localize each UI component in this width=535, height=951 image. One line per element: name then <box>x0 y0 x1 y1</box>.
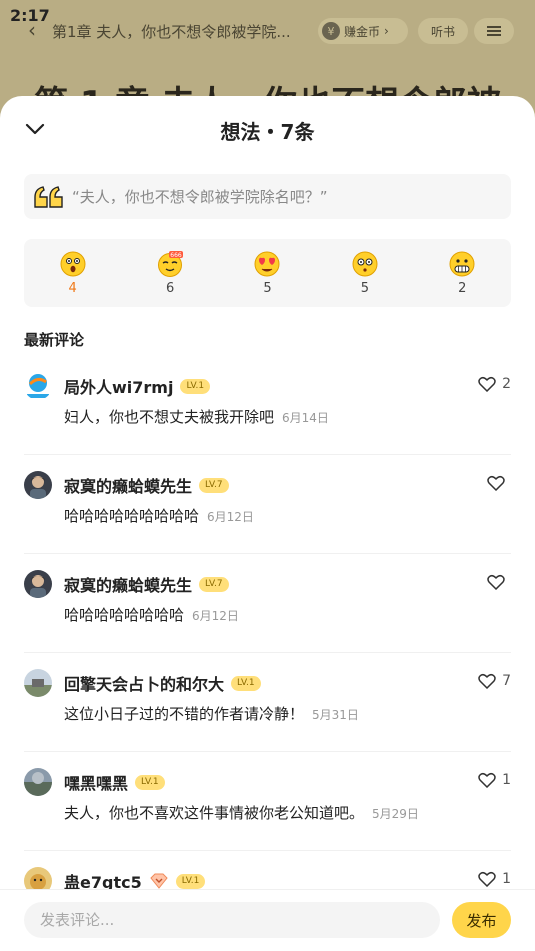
comment-date: 6月12日 <box>192 609 239 623</box>
quote-text: “夫人，你也不想令郎被学院除名吧？” <box>72 188 328 206</box>
reaction-surprised[interactable]: 4 <box>43 251 103 296</box>
comment-body: 哈哈哈哈哈哈哈哈哈 6月12日 <box>64 505 254 526</box>
comment-item: 嘿黑嘿黑 LV.1 1 夫人，你也不喜欢这件事情被你老公知道吧。 5月29日 <box>24 752 511 851</box>
comment-username[interactable]: 回擎天会占卜的和尔大 LV.1 <box>64 671 261 695</box>
comment-date: 6月12日 <box>207 510 254 524</box>
reaction-count: 5 <box>263 280 272 296</box>
comment-username[interactable]: 嘿黑嘿黑 LV.1 <box>64 770 165 794</box>
coin-icon: ¥ <box>322 22 340 40</box>
level-badge: LV.1 <box>180 378 211 394</box>
comment-username[interactable]: 寂寞的癞蛤蟆先生 LV.7 <box>64 572 229 596</box>
like-count: 1 <box>502 871 511 887</box>
svg-text:666: 666 <box>170 252 182 259</box>
comment-text: 夫人，你也不喜欢这件事情被你老公知道吧。 <box>64 804 365 822</box>
heart-icon <box>487 574 505 590</box>
reaction-panel: 4 666 6 5 5 2 <box>24 239 511 307</box>
comment-text: 妇人，你也不想丈夫被我开除吧 <box>64 408 275 426</box>
publish-button[interactable]: 发布 <box>452 902 511 938</box>
reaction-count: 5 <box>360 280 369 296</box>
comment-date: 5月29日 <box>372 807 419 821</box>
comment-text: 这位小日子过的不错的作者请冷静！ <box>64 705 305 723</box>
earn-coins-label: 赚金币 <box>344 24 381 39</box>
reader-chapter-title: 第1章 夫人，你也不想令郎被学院... <box>52 23 291 41</box>
avatar[interactable] <box>24 669 52 697</box>
vip-diamond-icon <box>150 873 168 889</box>
comment-body: 妇人，你也不想丈夫被我开除吧 6月14日 <box>64 406 329 427</box>
level-badge: LV.1 <box>231 675 261 691</box>
comment-text: 哈哈哈哈哈哈哈哈 <box>64 606 185 624</box>
chevron-right-icon: › <box>384 24 389 38</box>
sheet-title: 想法・7条 <box>220 120 315 144</box>
comment-username[interactable]: 寂寞的癞蛤蟆先生 LV.7 <box>64 473 229 497</box>
like-button[interactable] <box>487 574 511 590</box>
like-count: 2 <box>502 376 511 392</box>
reaction-count: 6 <box>165 280 175 296</box>
like-button[interactable]: 1 <box>478 871 511 887</box>
grimace-face-icon <box>449 251 475 276</box>
comment-item: 回擎天会占卜的和尔大 LV.1 7 这位小日子过的不错的作者请冷静！ 5月31日 <box>24 653 511 752</box>
comment-date: 5月31日 <box>312 708 359 722</box>
reaction-grimace[interactable]: 2 <box>432 251 492 296</box>
reaction-count: 4 <box>68 280 77 296</box>
avatar[interactable] <box>24 372 52 400</box>
comment-text: 哈哈哈哈哈哈哈哈哈 <box>64 507 200 525</box>
quoted-passage: “夫人，你也不想令郎被学院除名吧？” <box>24 174 511 219</box>
comment-body: 这位小日子过的不错的作者请冷静！ 5月31日 <box>64 703 359 724</box>
thoughts-sheet: 想法・7条 “夫人，你也不想令郎被学院除名吧？” 4 666 6 5 5 2 最… <box>0 96 535 951</box>
avatar[interactable] <box>24 768 52 796</box>
heart-icon <box>478 673 496 689</box>
like-button[interactable]: 7 <box>478 673 511 689</box>
666-face-icon: 666 <box>158 250 184 277</box>
comment-item: 寂寞的癞蛤蟆先生 LV.7 哈哈哈哈哈哈哈哈 6月12日 <box>24 554 511 653</box>
comment-input[interactable] <box>24 902 440 938</box>
comment-username[interactable]: 局外人wi7rmj LV.1 <box>64 374 211 398</box>
latest-comments-title: 最新评论 <box>24 331 85 350</box>
level-badge: LV.7 <box>199 576 229 592</box>
heart-icon <box>478 376 496 392</box>
level-badge: LV.1 <box>135 774 165 790</box>
like-button[interactable]: 2 <box>478 376 511 392</box>
heart-icon <box>478 772 496 788</box>
avatar[interactable] <box>24 471 52 499</box>
comment-body: 夫人，你也不喜欢这件事情被你老公知道吧。 5月29日 <box>64 802 419 823</box>
reader-toolbar: ‹ 第1章 夫人，你也不想令郎被学院... ¥ 赚金币 › 听书 <box>0 14 535 46</box>
menu-icon <box>487 30 501 32</box>
reaction-666[interactable]: 666 6 <box>140 250 200 296</box>
reaction-dizzy[interactable]: 5 <box>335 251 395 296</box>
like-button[interactable] <box>487 475 511 491</box>
listen-button[interactable]: 听书 <box>418 18 468 44</box>
level-badge: LV.7 <box>199 477 229 493</box>
reaction-count: 2 <box>458 280 467 296</box>
comment-date: 6月14日 <box>282 411 329 425</box>
like-button[interactable]: 1 <box>478 772 511 788</box>
quote-icon <box>34 185 64 208</box>
like-count: 7 <box>502 673 511 689</box>
sheet-header: 想法・7条 <box>0 96 535 160</box>
menu-button[interactable] <box>474 18 514 44</box>
avatar[interactable] <box>24 570 52 598</box>
comment-item: 寂寞的癞蛤蟆先生 LV.7 哈哈哈哈哈哈哈哈哈 6月12日 <box>24 455 511 554</box>
like-count: 1 <box>502 772 511 788</box>
comment-composer: 发布 <box>0 889 535 951</box>
heart-icon <box>478 871 496 887</box>
reaction-heart-eyes[interactable]: 5 <box>237 251 297 296</box>
earn-coins-button[interactable]: ¥ 赚金币 › <box>318 18 408 44</box>
comment-body: 哈哈哈哈哈哈哈哈 6月12日 <box>64 604 239 625</box>
surprised-face-icon <box>60 251 86 276</box>
back-arrow-icon[interactable]: ‹ <box>28 18 36 42</box>
comment-item: 局外人wi7rmj LV.1 2 妇人，你也不想丈夫被我开除吧 6月14日 <box>24 356 511 455</box>
comment-list: 局外人wi7rmj LV.1 2 妇人，你也不想丈夫被我开除吧 6月14日 寂寞的癞… <box>0 356 535 950</box>
heart-icon <box>487 475 505 491</box>
heart-eyes-face-icon <box>254 251 280 276</box>
dizzy-face-icon <box>352 251 378 276</box>
level-badge: LV.1 <box>175 873 206 889</box>
